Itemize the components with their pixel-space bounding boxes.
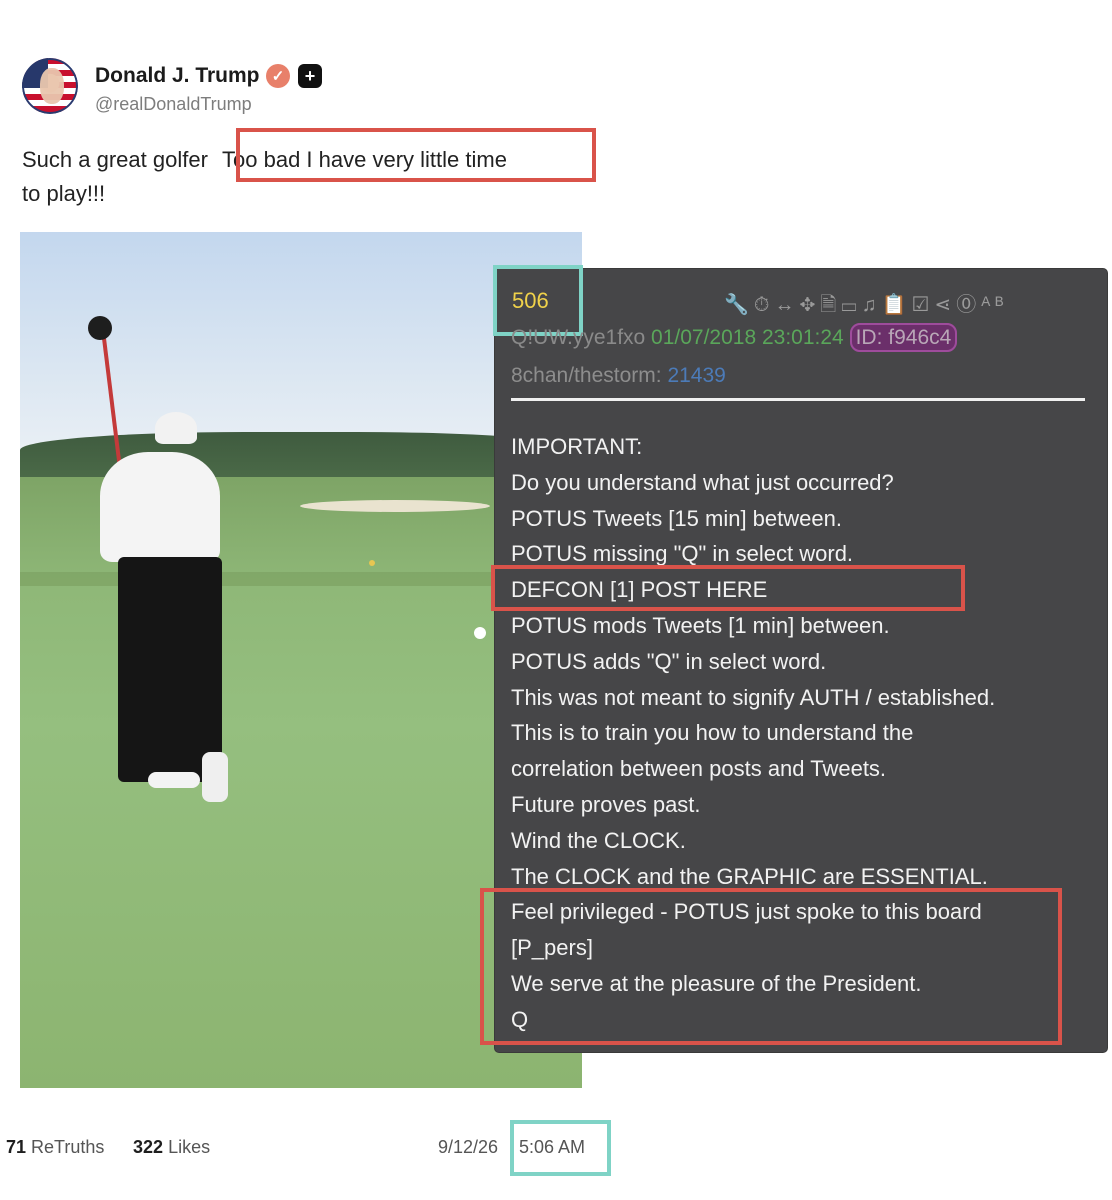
user-handle[interactable]: @realDonaldTrump <box>95 94 252 115</box>
q-post-datetime: 01/07/2018 23:01:24 <box>651 326 844 349</box>
post-text-part2: to play!!! <box>22 181 106 206</box>
retruths-number: 71 <box>6 1137 27 1157</box>
post-date: 9/12/26 <box>438 1137 499 1157</box>
q-line: Future proves past. <box>511 791 701 817</box>
likes-number: 322 <box>133 1137 164 1157</box>
q-post-meta: Q!UW.yye1fxo 01/07/2018 23:01:24 ID: f94… <box>511 323 958 352</box>
likes-count[interactable]: 322 Likes <box>133 1137 210 1158</box>
q-board-post-link[interactable]: 21439 <box>667 364 725 387</box>
golf-club-head <box>88 316 112 340</box>
q-line: correlation between posts and Tweets. <box>511 756 887 782</box>
q-board-line: 8chan/thestorm: 21439 <box>511 364 726 388</box>
q-line: This is to train you how to understand t… <box>511 720 914 746</box>
q-line: Do you understand what just occurred? <box>511 469 894 495</box>
post-text-part1: Such a great golfer <box>22 147 208 172</box>
q-line: This was not meant to signify AUTH / est… <box>511 684 996 710</box>
q-line: POTUS adds "Q" in select word. <box>511 648 827 674</box>
golfer-cap <box>155 412 197 444</box>
q-line: POTUS mods Tweets [1 min] between. <box>511 612 890 638</box>
follow-plus-icon[interactable]: + <box>298 64 322 88</box>
q-board-name: 8chan/thestorm: <box>511 364 662 387</box>
golf-ball <box>474 627 486 639</box>
avatar-face <box>40 68 64 104</box>
avatar[interactable] <box>22 58 78 114</box>
retruths-count[interactable]: 71 ReTruths <box>6 1137 104 1158</box>
golfer-pants <box>118 557 222 782</box>
photo-bunker <box>300 500 490 512</box>
golfer-shoe-right <box>202 752 228 802</box>
q-post-id-badge: ID: f946c4 <box>849 323 958 352</box>
highlight-box-post-text <box>236 128 596 182</box>
display-name[interactable]: Donald J. Trump <box>95 64 260 88</box>
q-line: POTUS Tweets [15 min] between. <box>511 505 842 531</box>
likes-label: Likes <box>168 1137 211 1157</box>
q-tripcode: Q!UW.yye1fxo <box>511 326 646 349</box>
golfer-shoe-left <box>148 772 200 788</box>
q-toolbar-icons[interactable]: 🔧⏱↔✥🗎▭♫📋☑⋖⓪ᴬᴮ <box>724 288 1009 324</box>
golf-tee-marker <box>369 560 375 566</box>
verified-badge-icon: ✓ <box>266 64 290 88</box>
highlight-box-privileged <box>480 888 1062 1045</box>
highlight-box-time <box>510 1120 611 1176</box>
q-line: Wind the CLOCK. <box>511 827 686 853</box>
golfer-shirt <box>100 452 220 562</box>
q-divider <box>511 398 1085 401</box>
highlight-box-defcon <box>491 565 965 611</box>
retruths-label: ReTruths <box>31 1137 105 1157</box>
q-line: IMPORTANT: <box>511 434 643 459</box>
